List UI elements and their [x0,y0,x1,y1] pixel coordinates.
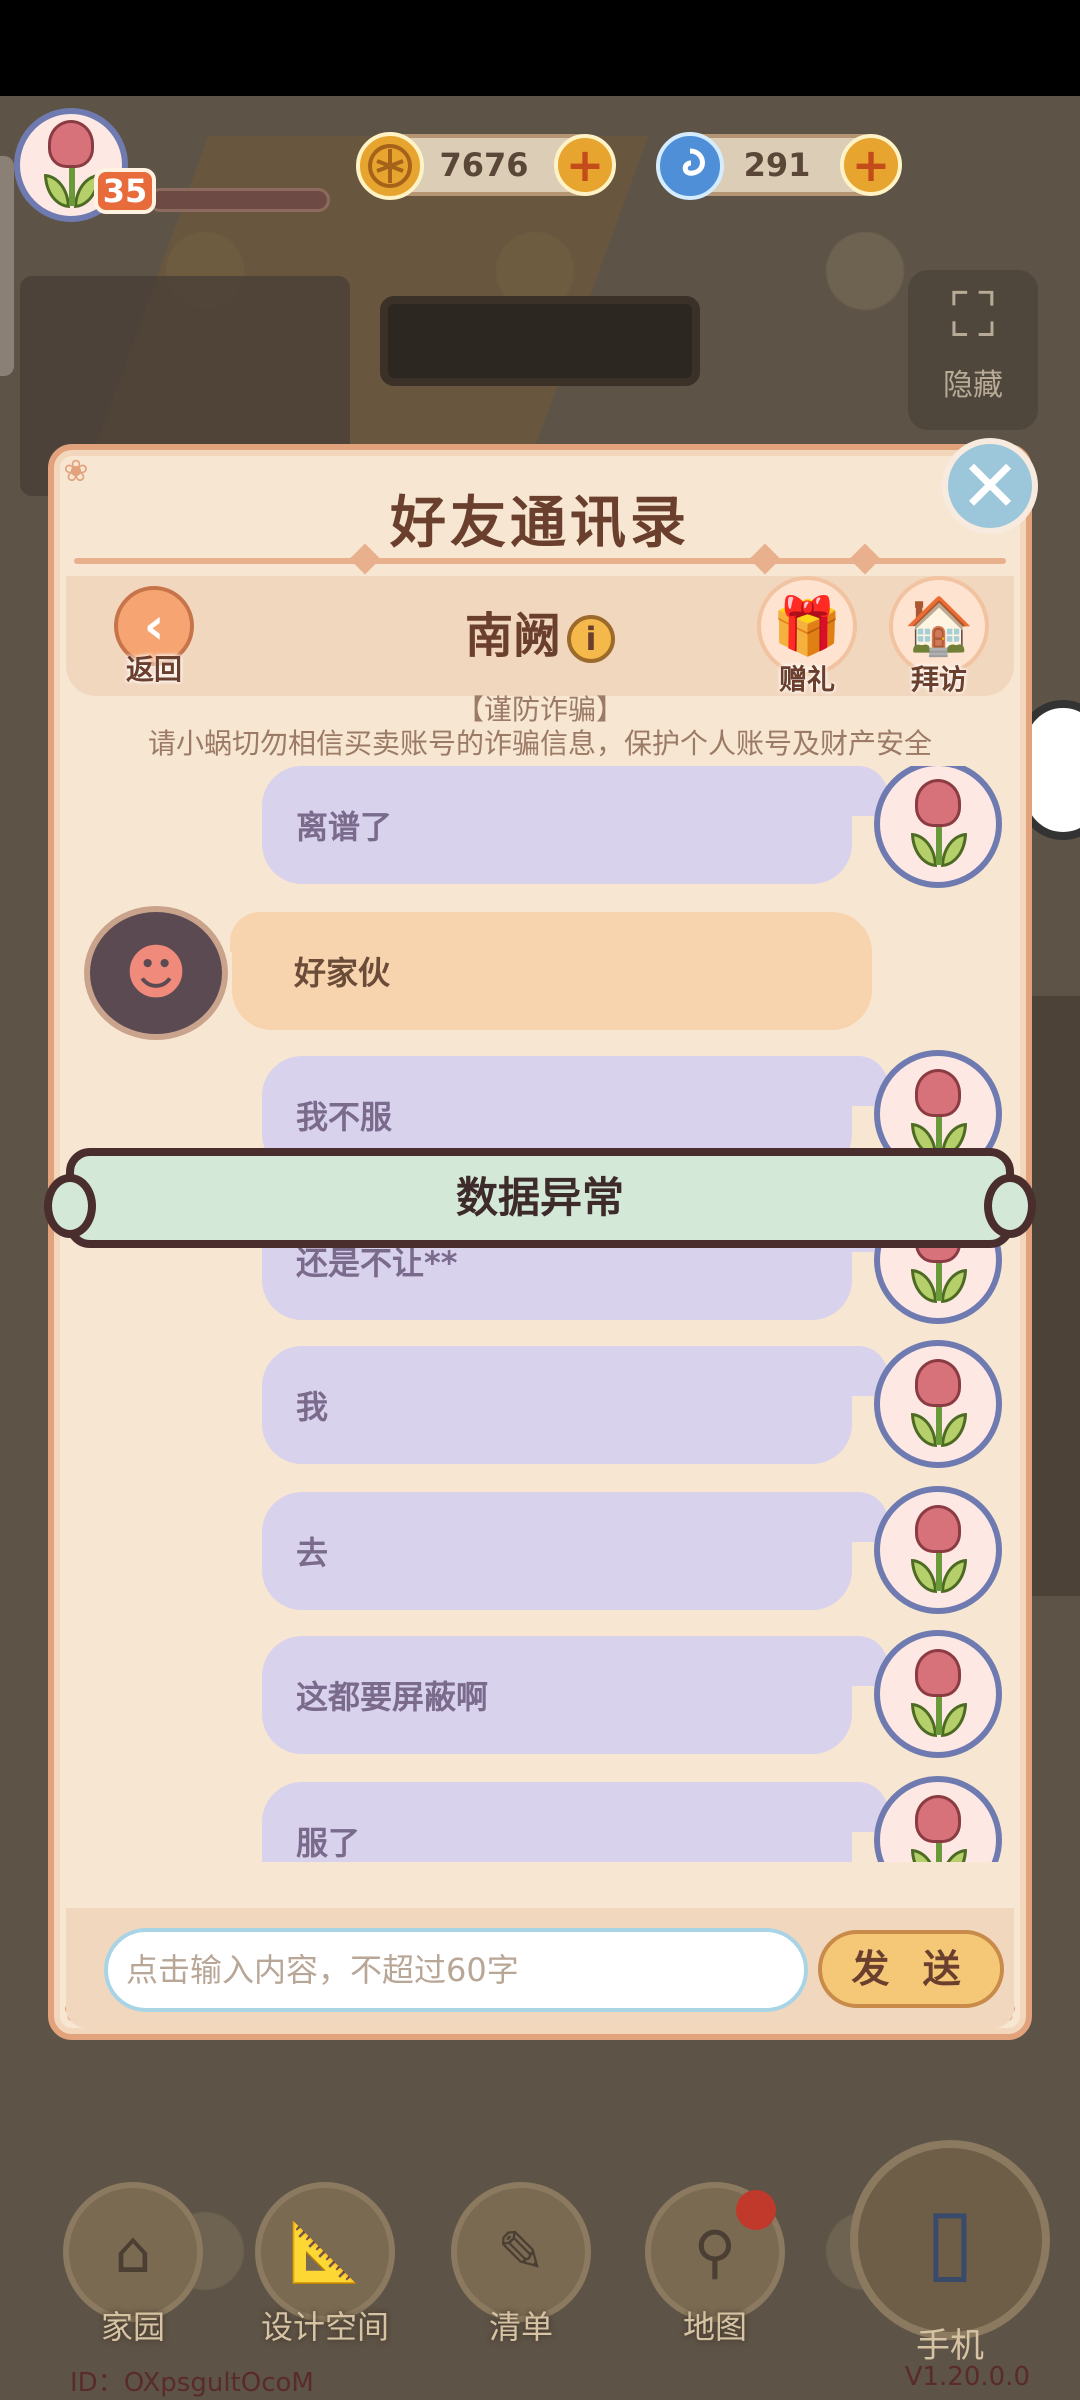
visit-button[interactable]: 🏠 拜访 [884,576,994,698]
message-text: 我不服 [296,1098,393,1136]
self-avatar [874,766,1002,888]
message-text: 离谱了 [296,808,393,846]
message-text: 去 [296,1534,329,1572]
chat-message-friend: ☻ 好家伙 [66,906,1014,1044]
close-icon: ✕ [959,444,1021,528]
phone-icon: ▯ [850,2140,1050,2340]
message-text: 这都要屏蔽啊 [296,1678,489,1716]
message-bubble: 我 [262,1346,888,1464]
left-edge-tab [0,156,14,376]
coin-icon [352,128,428,204]
close-button[interactable]: ✕ [942,438,1038,534]
gift-button[interactable]: 🎁 赠礼 [752,576,862,698]
nav-home[interactable]: ⌂ 家园 [58,2182,208,2348]
swirl-gem-icon [652,128,728,204]
checklist-icon: ✎ [451,2182,591,2322]
friend-avatar[interactable]: ☻ [84,906,228,1040]
send-button[interactable]: 发 送 [818,1930,1004,2008]
gem-amount: 291 [743,146,811,184]
nav-list[interactable]: ✎ 清单 [446,2182,596,2348]
experience-bar [148,188,330,212]
self-avatar [874,1340,1002,1468]
chat-message-self: 服了 [66,1776,1014,1862]
tulip-icon [903,1649,973,1739]
ruler-icon: 📐 [255,2182,395,2322]
chat-message-self: 离谱了 [66,766,1014,898]
coin-amount: 7676 [439,146,529,184]
chat-message-self: 去 [66,1486,1014,1624]
message-text: 服了 [296,1824,361,1862]
nav-list-label: 清单 [488,2308,553,2346]
expand-frame-icon: ⛶ [951,278,995,351]
nav-phone-label: 手机 [916,2326,984,2366]
nav-design-label: 设计空间 [260,2308,389,2346]
self-avatar [874,1486,1002,1614]
message-bubble: 去 [262,1492,888,1610]
house-icon: ⌂ [63,2182,203,2322]
chat-message-self: 这都要屏蔽啊 [66,1630,1014,1768]
status-bar [0,0,1080,96]
sky-window [380,296,700,386]
version-text: V1.20.0.0 [904,2362,1030,2392]
level-badge: 35 [94,168,156,214]
nav-design[interactable]: 📐 设计空间 [250,2182,400,2348]
self-avatar [874,1630,1002,1758]
title-divider [74,543,1006,575]
nav-phone[interactable]: ▯ 手机 [850,2140,1050,2370]
message-bubble: 服了 [262,1782,888,1862]
nav-home-label: 家园 [100,2308,165,2346]
add-gems-button[interactable]: + [840,134,902,196]
hide-ui-label: 隐藏 [943,368,1003,403]
fraud-warning-text: 请小蜗切勿相信买卖账号的诈骗信息，保护个人账号及财产安全 [147,727,932,760]
tulip-icon [903,1795,973,1862]
message-text: 好家伙 [294,954,391,992]
info-icon[interactable]: i [567,615,615,663]
player-id-text: ID：OXpsgultOcoM [70,2368,314,2398]
self-avatar [874,1776,1002,1862]
map-notification-dot [736,2190,776,2230]
add-coins-button[interactable]: + [554,134,616,196]
tulip-icon [903,1359,973,1449]
tulip-icon [903,1505,973,1595]
chat-messages[interactable]: 离谱了 ☻ 好家伙 我不服 还是不让** 我 去 这都要屏蔽啊 服了 [66,766,1014,1862]
panel-title: 好友通讯录 [390,491,690,556]
error-banner: 数据异常 [44,1148,1036,1248]
message-input[interactable] [104,1928,808,2012]
chat-message-self: 我 [66,1340,1014,1478]
tulip-icon [903,1069,973,1159]
tulip-icon [903,779,973,869]
gem-counter: 291 + [656,132,902,200]
friend-name-row: 南阙 i [54,596,1026,666]
hide-ui-button[interactable]: ⛶ 隐藏 [908,270,1038,430]
message-bubble: 这都要屏蔽啊 [262,1636,888,1754]
nav-map-label: 地图 [682,2308,747,2346]
friend-name: 南阙 [464,608,561,664]
coin-counter: 7676 + [356,132,616,200]
message-bubble: 离谱了 [262,766,888,884]
message-text: 我 [296,1388,329,1426]
message-bubble: 好家伙 [230,912,872,1030]
